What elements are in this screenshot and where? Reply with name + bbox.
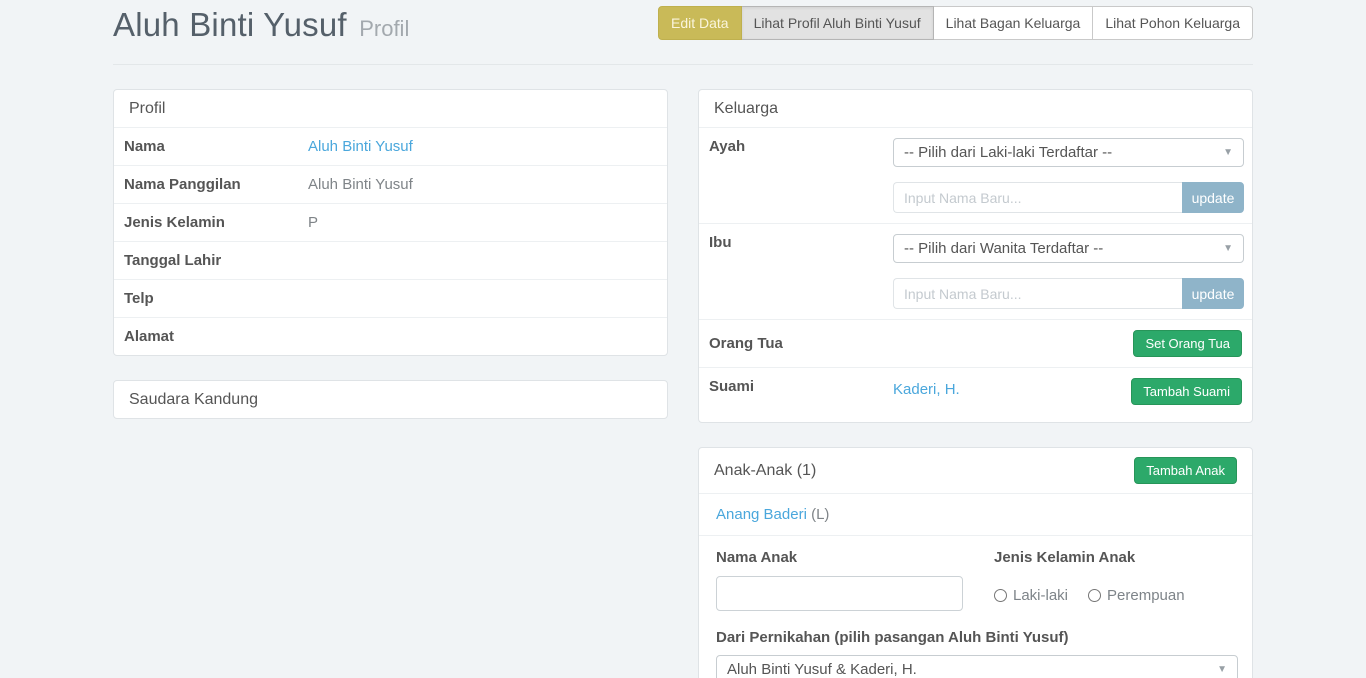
page-subtitle: Profil	[359, 16, 409, 41]
radio-laki-laki-input[interactable]	[994, 589, 1007, 602]
chevron-down-icon: ▼	[1223, 244, 1233, 254]
radio-laki-laki-label: Laki-laki	[1013, 587, 1068, 604]
ibu-controls: -- Pilih dari Wanita Terdaftar -- ▼ upda…	[893, 234, 1244, 309]
chevron-down-icon: ▼	[1217, 665, 1227, 675]
anak-anak-panel-title: Anak-Anak (1)	[714, 462, 816, 480]
table-row-nama: Nama Aluh Binti Yusuf	[114, 127, 667, 165]
table-row-alamat: Alamat	[114, 317, 667, 355]
view-mode-button-group: Edit Data Lihat Profil Aluh Binti Yusuf …	[658, 6, 1253, 40]
add-child-form: Nama Anak Jenis Kelamin Anak Laki-laki	[699, 535, 1252, 678]
ibu-label: Ibu	[709, 234, 893, 309]
table-row-jenis-kelamin: Jenis Kelamin P	[114, 203, 667, 241]
lihat-profil-button[interactable]: Lihat Profil Aluh Binti Yusuf	[742, 6, 934, 40]
ayah-select[interactable]: -- Pilih dari Laki-laki Terdaftar -- ▼	[893, 138, 1244, 167]
gender-radio-group: Laki-laki Perempuan	[994, 587, 1235, 604]
tambah-anak-header-button[interactable]: Tambah Anak	[1134, 457, 1237, 484]
tambah-suami-button[interactable]: Tambah Suami	[1131, 378, 1242, 405]
table-row-nama-panggilan: Nama Panggilan Aluh Binti Yusuf	[114, 165, 667, 203]
edit-data-button[interactable]: Edit Data	[658, 6, 742, 40]
suami-link[interactable]: Kaderi, H.	[893, 378, 960, 398]
saudara-kandung-panel: Saudara Kandung	[113, 380, 668, 419]
ayah-controls: -- Pilih dari Laki-laki Terdaftar -- ▼ u…	[893, 138, 1244, 213]
form-right: Jenis Kelamin Anak Laki-laki Perempuan	[994, 549, 1235, 611]
title-wrap: Aluh Binti Yusuf Profil	[113, 5, 409, 52]
child-gender-suffix: (L)	[807, 506, 830, 523]
orang-tua-row: Orang Tua Set Orang Tua	[699, 319, 1252, 367]
ibu-new-name-input[interactable]	[893, 278, 1182, 309]
table-row-tanggal-lahir: Tanggal Lahir	[114, 241, 667, 279]
nama-anak-input[interactable]	[716, 576, 963, 611]
radio-perempuan-input[interactable]	[1088, 589, 1101, 602]
ayah-select-value: -- Pilih dari Laki-laki Terdaftar --	[904, 144, 1112, 161]
keluarga-panel-title: Keluarga	[714, 100, 778, 118]
profil-panel-title: Profil	[129, 100, 165, 118]
ayah-input-group: update	[893, 182, 1244, 213]
chevron-down-icon: ▼	[1223, 148, 1233, 158]
page-header: Aluh Binti Yusuf Profil Edit Data Lihat …	[113, 0, 1253, 65]
pernikahan-select[interactable]: Aluh Binti Yusuf & Kaderi, H. ▼	[716, 655, 1238, 678]
left-column: Profil Nama Aluh Binti Yusuf Nama Panggi…	[113, 89, 668, 678]
pernikahan-select-value: Aluh Binti Yusuf & Kaderi, H.	[727, 661, 917, 678]
form-grid: Nama Anak Jenis Kelamin Anak Laki-laki	[716, 549, 1235, 611]
nama-link[interactable]: Aluh Binti Yusuf	[308, 138, 413, 155]
jenis-kelamin-anak-label: Jenis Kelamin Anak	[994, 549, 1235, 566]
keluarga-panel: Keluarga Ayah -- Pilih dari Laki-laki Te…	[698, 89, 1253, 423]
row-label: Tanggal Lahir	[124, 252, 308, 269]
keluarga-panel-header: Keluarga	[699, 90, 1252, 127]
nama-anak-label: Nama Anak	[716, 549, 994, 566]
radio-perempuan-label: Perempuan	[1107, 587, 1185, 604]
ibu-row: Ibu -- Pilih dari Wanita Terdaftar -- ▼ …	[699, 223, 1252, 319]
ayah-update-button[interactable]: update	[1182, 182, 1244, 213]
content-columns: Profil Nama Aluh Binti Yusuf Nama Panggi…	[113, 89, 1253, 678]
ayah-row: Ayah -- Pilih dari Laki-laki Terdaftar -…	[699, 127, 1252, 223]
radio-laki-laki[interactable]: Laki-laki	[994, 587, 1068, 604]
lihat-bagan-keluarga-button[interactable]: Lihat Bagan Keluarga	[934, 6, 1094, 40]
profil-panel-header: Profil	[114, 90, 667, 127]
suami-label: Suami	[709, 378, 893, 395]
suami-row: Suami Kaderi, H. Tambah Suami	[699, 367, 1252, 422]
ibu-input-group: update	[893, 278, 1244, 309]
saudara-kandung-panel-header: Saudara Kandung	[114, 381, 667, 418]
radio-perempuan[interactable]: Perempuan	[1088, 587, 1185, 604]
set-orang-tua-button[interactable]: Set Orang Tua	[1133, 330, 1242, 357]
ayah-label: Ayah	[709, 138, 893, 213]
child-name-link[interactable]: Anang Baderi	[716, 506, 807, 523]
lihat-pohon-keluarga-button[interactable]: Lihat Pohon Keluarga	[1093, 6, 1253, 40]
dari-pernikahan-label: Dari Pernikahan (pilih pasangan Aluh Bin…	[716, 629, 1235, 646]
row-value: Aluh Binti Yusuf	[308, 176, 413, 193]
anak-anak-panel-header: Anak-Anak (1) Tambah Anak	[699, 448, 1252, 493]
ibu-update-button[interactable]: update	[1182, 278, 1244, 309]
ibu-select[interactable]: -- Pilih dari Wanita Terdaftar -- ▼	[893, 234, 1244, 263]
row-label: Nama	[124, 138, 308, 155]
ibu-select-value: -- Pilih dari Wanita Terdaftar --	[904, 240, 1103, 257]
right-column: Keluarga Ayah -- Pilih dari Laki-laki Te…	[698, 89, 1253, 678]
page-container: Aluh Binti Yusuf Profil Edit Data Lihat …	[113, 0, 1253, 678]
ayah-new-name-input[interactable]	[893, 182, 1182, 213]
child-list-item: Anang Baderi (L)	[699, 493, 1252, 535]
anak-anak-panel: Anak-Anak (1) Tambah Anak Anang Baderi (…	[698, 447, 1253, 678]
row-value: P	[308, 214, 318, 231]
profil-panel: Profil Nama Aluh Binti Yusuf Nama Panggi…	[113, 89, 668, 356]
row-label: Nama Panggilan	[124, 176, 308, 193]
row-label: Telp	[124, 290, 308, 307]
table-row-telp: Telp	[114, 279, 667, 317]
row-label: Jenis Kelamin	[124, 214, 308, 231]
saudara-kandung-panel-title: Saudara Kandung	[129, 391, 258, 409]
form-left: Nama Anak	[716, 549, 994, 611]
page-title: Aluh Binti Yusuf	[113, 6, 347, 43]
row-label: Alamat	[124, 328, 308, 345]
orang-tua-label: Orang Tua	[709, 335, 893, 352]
